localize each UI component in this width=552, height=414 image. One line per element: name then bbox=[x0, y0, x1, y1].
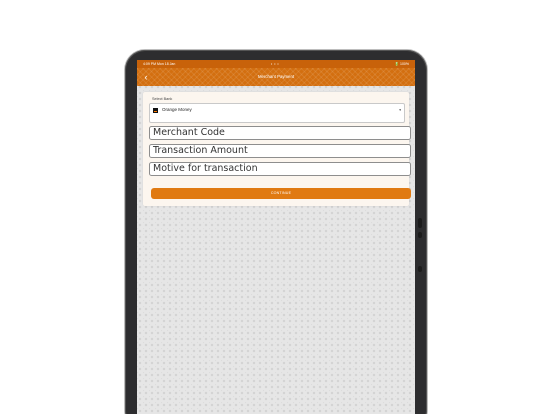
status-bar: 4:09 PM Mon 18 Jan • • • 🔋 100% bbox=[137, 60, 415, 68]
back-button[interactable]: ‹ bbox=[141, 71, 151, 83]
orange-money-logo-icon bbox=[153, 107, 158, 113]
continue-button[interactable]: CONTINUE bbox=[151, 188, 411, 199]
device-side-button bbox=[418, 232, 422, 238]
payment-form-card: Select Bank Orange Money ▾ Merchant Code… bbox=[143, 92, 411, 206]
chevron-down-icon: ▾ bbox=[399, 108, 401, 112]
battery-indicator: 🔋 100% bbox=[394, 62, 409, 66]
device-side-button bbox=[418, 266, 422, 272]
motive-input[interactable]: Motive for transaction bbox=[149, 162, 411, 176]
navigation-bar: ‹ Merchant Payment bbox=[137, 68, 415, 86]
selected-bank-value: Orange Money bbox=[162, 107, 192, 112]
select-bank-label: Select Bank bbox=[152, 97, 173, 101]
merchant-code-input[interactable]: Merchant Code bbox=[149, 126, 411, 140]
multitask-dots: • • • bbox=[271, 62, 280, 66]
app-screen: 4:09 PM Mon 18 Jan • • • 🔋 100% ‹ Mercha… bbox=[137, 60, 415, 414]
bank-select[interactable]: Orange Money ▾ bbox=[149, 103, 405, 123]
device-side-button bbox=[418, 218, 422, 228]
status-time: 4:09 PM Mon 18 Jan bbox=[143, 62, 176, 66]
stage: 4:09 PM Mon 18 Jan • • • 🔋 100% ‹ Mercha… bbox=[0, 0, 552, 414]
transaction-amount-input[interactable]: Transaction Amount bbox=[149, 144, 411, 158]
page-title: Merchant Payment bbox=[257, 74, 295, 79]
chevron-left-icon: ‹ bbox=[144, 72, 148, 82]
